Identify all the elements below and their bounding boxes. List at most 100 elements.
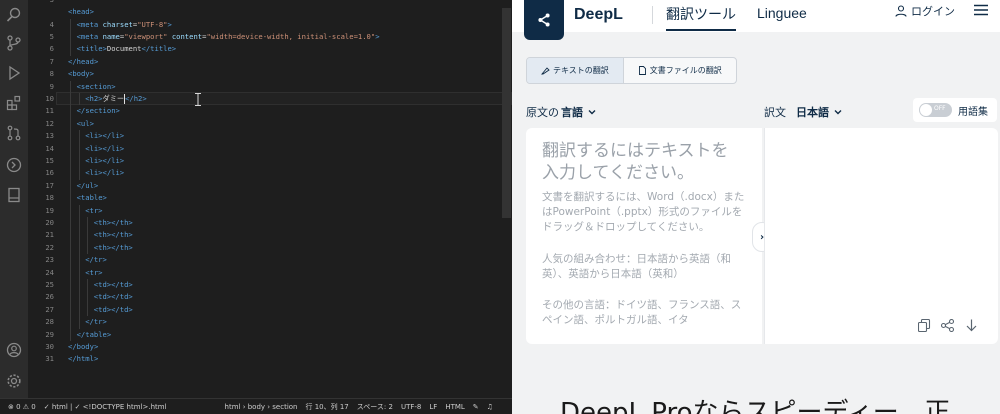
run-debug-icon[interactable] [5, 64, 23, 82]
text-icon [541, 67, 550, 75]
copy-icon[interactable] [918, 319, 931, 332]
language-mode[interactable]: HTML [445, 403, 464, 411]
indent-guide [78, 130, 80, 143]
indent-guide [87, 303, 89, 317]
pull-request-icon[interactable] [5, 124, 23, 142]
tab-linguee[interactable]: Linguee [757, 5, 807, 21]
translate-files-button[interactable]: 文書ファイルの翻訳 [624, 58, 736, 83]
feedback-icon[interactable]: ✎ [473, 403, 479, 411]
indent-guide [70, 241, 71, 255]
code-token: content [171, 32, 203, 41]
cursor-position[interactable]: 行 10、列 17 [306, 402, 349, 412]
hamburger-menu-icon[interactable] [974, 4, 988, 16]
gear-icon[interactable] [5, 372, 23, 390]
editor-scrollbar[interactable] [502, 8, 511, 218]
code-line: </html> [68, 353, 98, 365]
indent-guide [70, 155, 71, 168]
code-line: <meta charset="UTF-8"> [77, 19, 172, 31]
indent-guide [70, 229, 71, 242]
html-check-status[interactable]: ✓ html | ✓ <!DOCTYPE html>.html [44, 403, 167, 411]
login-button[interactable]: ログイン [895, 3, 955, 19]
line-number: 9 [49, 81, 54, 91]
line-number: 3 [28, 0, 54, 6]
source-language-selector[interactable]: 原文の 言語 [526, 104, 596, 120]
problems-indicator[interactable]: ⊗ 0 ⚠ 0 [8, 403, 36, 411]
indent-guide [78, 142, 80, 155]
indent-guide [70, 179, 71, 193]
book-icon[interactable] [5, 186, 23, 204]
deepl-header: DeepL 翻訳ツール Linguee ログイン [512, 0, 1000, 40]
share-icon[interactable] [941, 319, 954, 332]
indent-guide [78, 266, 80, 279]
target-text-area[interactable] [764, 128, 998, 344]
account-icon[interactable] [5, 341, 23, 359]
code-line: <body> [68, 68, 94, 80]
translate-text-label: テキストの翻訳 [553, 66, 609, 75]
code-token: name [102, 32, 120, 41]
deepl-brand[interactable]: DeepL [574, 6, 623, 24]
header-divider [652, 6, 653, 24]
code-token: <th></th> [93, 242, 133, 252]
breadcrumb[interactable]: html › body › section [225, 403, 298, 411]
code-token: <li></li> [85, 131, 125, 141]
code-token: </body> [68, 342, 99, 351]
target-language-selector[interactable]: 訳文 日本語 [764, 104, 842, 120]
code-token: > [167, 19, 172, 29]
code-line: <h2>ダミー</h2> [85, 93, 147, 105]
indent-guide [78, 229, 80, 242]
indent-guide [70, 142, 71, 155]
status-bar: ⊗ 0 ⚠ 0 ✓ html | ✓ <!DOCTYPE html>.html … [0, 398, 512, 414]
code-token: "width=device-width, initial-scale=1.0" [206, 32, 376, 41]
glossary-toggle[interactable]: OFF 用語集 [913, 98, 997, 122]
code-line: <td></td> [94, 304, 133, 316]
line-number: 13 [45, 131, 54, 141]
target-language-prefix: 訳文 [764, 106, 786, 119]
download-icon[interactable] [965, 319, 978, 332]
line-number: 19 [45, 205, 54, 215]
code-token: <tr> [85, 267, 103, 277]
code-line: <th></th> [94, 229, 133, 241]
code-line: </body> [68, 341, 98, 353]
line-number: 8 [49, 69, 54, 79]
code-token: </title> [141, 44, 177, 54]
search-icon[interactable] [5, 6, 23, 24]
code-token: <th></th> [93, 230, 133, 240]
extensions-icon[interactable] [5, 94, 23, 112]
line-number: 20 [45, 218, 54, 227]
line-number: 25 [45, 280, 54, 289]
code-token: <li></li> [85, 143, 125, 153]
document-icon [638, 66, 646, 75]
indent-guide [70, 279, 71, 292]
target-language-value: 日本語 [796, 106, 829, 119]
source-control-icon[interactable] [5, 34, 23, 52]
line-number: 5 [49, 32, 54, 41]
indent-guide [78, 217, 80, 230]
indent-guide [70, 291, 71, 304]
indent-guide [70, 328, 71, 341]
code-editor[interactable]: 3 <head> 4 <meta charset="UTF-8"> 5 <meta nam… [28, 0, 512, 398]
indent-guide [70, 192, 71, 205]
indent-guide [70, 93, 71, 106]
translate-text-button[interactable]: テキストの翻訳 [527, 58, 624, 83]
code-line: <head> [68, 7, 94, 17]
eol-setting[interactable]: LF [429, 403, 437, 411]
tab-translator[interactable]: 翻訳ツール [666, 4, 736, 31]
notification-bell-icon[interactable]: ♫ [487, 403, 493, 411]
code-token: <tr> [85, 205, 103, 215]
deepl-logo-icon[interactable] [524, 0, 564, 40]
indent-guide [87, 241, 89, 255]
code-token: charset [102, 19, 133, 29]
switch-knob [920, 104, 932, 116]
code-token: meta [80, 19, 103, 29]
remote-icon[interactable] [5, 156, 23, 174]
source-text-area[interactable]: 翻訳するにはテキストを入力してください。 文書を翻訳するには、Word（.doc… [526, 128, 762, 344]
line-number: 24 [45, 267, 54, 277]
switch-state: OFF [934, 105, 946, 112]
encoding-setting[interactable]: UTF-8 [401, 403, 421, 411]
code-token: </h2> [125, 94, 147, 103]
indent-guide [70, 266, 71, 279]
translate-files-label: 文書ファイルの翻訳 [649, 66, 722, 75]
glossary-switch[interactable]: OFF [919, 103, 952, 117]
indent-setting[interactable]: スペース: 2 [357, 402, 393, 412]
code-line: <td></td> [94, 279, 133, 291]
